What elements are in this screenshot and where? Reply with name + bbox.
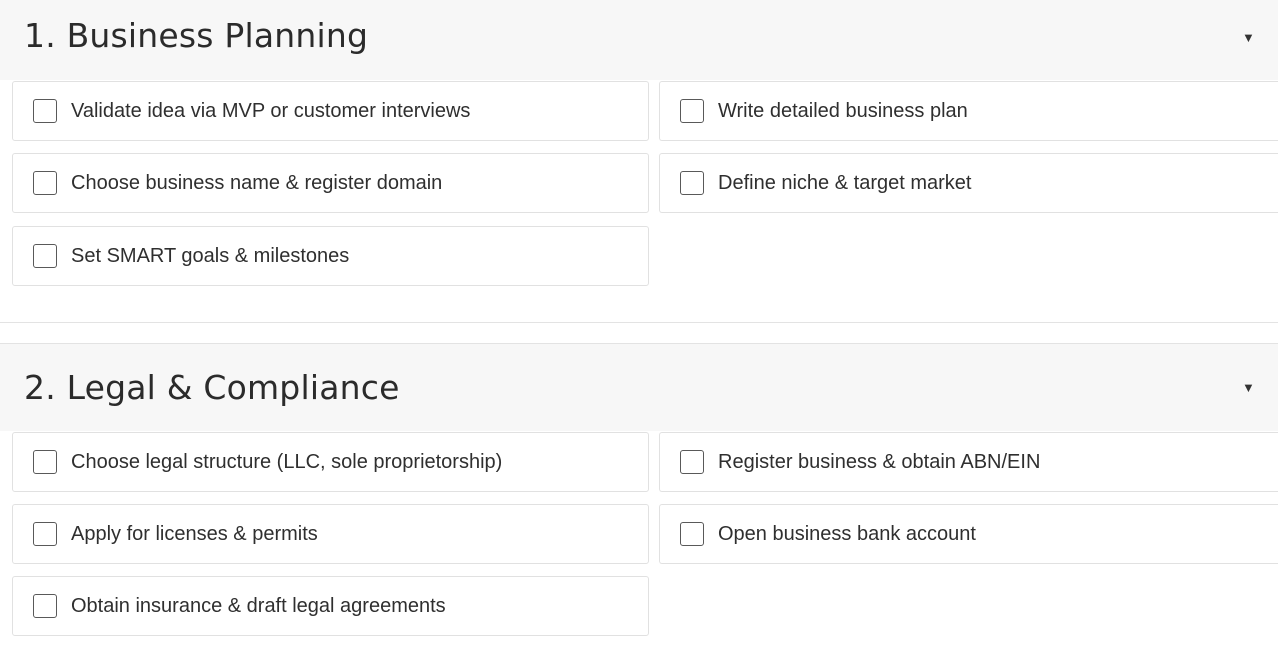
checklist-item[interactable]: Define niche & target market <box>659 153 1278 213</box>
checklist-item-label: Obtain insurance & draft legal agreement… <box>71 595 446 617</box>
checkbox[interactable] <box>33 450 57 474</box>
section-title: 2. Legal & Compliance <box>24 368 400 407</box>
section-header[interactable]: 2. Legal & Compliance ▼ <box>0 344 1278 431</box>
checklist-item[interactable]: Set SMART goals & milestones <box>12 226 649 286</box>
checklist-item-label: Choose legal structure (LLC, sole propri… <box>71 451 503 473</box>
checklist-item-label: Write detailed business plan <box>718 100 968 122</box>
checklist-item-label: Apply for licenses & permits <box>71 523 318 545</box>
checkbox[interactable] <box>33 522 57 546</box>
checkbox[interactable] <box>680 450 704 474</box>
checklist-item-label: Set SMART goals & milestones <box>71 245 350 267</box>
checklist-item-label: Choose business name & register domain <box>71 172 443 194</box>
checklist-item[interactable]: Register business & obtain ABN/EIN <box>659 432 1278 492</box>
section-legal-compliance: 2. Legal & Compliance ▼ Choose legal str… <box>0 343 1278 657</box>
checklist-item[interactable]: Choose legal structure (LLC, sole propri… <box>12 432 649 492</box>
caret-down-icon[interactable]: ▼ <box>1242 30 1255 45</box>
caret-down-icon[interactable]: ▼ <box>1242 380 1255 395</box>
checklist-item-label: Open business bank account <box>718 523 976 545</box>
checklist-item[interactable]: Open business bank account <box>659 504 1278 564</box>
checklist-item-label: Register business & obtain ABN/EIN <box>718 451 1041 473</box>
section-header[interactable]: 1. Business Planning ▼ <box>0 0 1278 80</box>
checkbox[interactable] <box>33 594 57 618</box>
checklist-item[interactable]: Write detailed business plan <box>659 81 1278 141</box>
checkbox[interactable] <box>680 522 704 546</box>
checklist-item[interactable]: Apply for licenses & permits <box>12 504 649 564</box>
section-business-planning: 1. Business Planning ▼ Validate idea via… <box>0 0 1278 323</box>
checklist-item[interactable]: Obtain insurance & draft legal agreement… <box>12 576 649 636</box>
checkbox[interactable] <box>680 99 704 123</box>
checklist-item-label: Define niche & target market <box>718 172 972 194</box>
checkbox[interactable] <box>680 171 704 195</box>
checkbox[interactable] <box>33 171 57 195</box>
checkbox[interactable] <box>33 244 57 268</box>
checkbox[interactable] <box>33 99 57 123</box>
checklist-item[interactable]: Validate idea via MVP or customer interv… <box>12 81 649 141</box>
section-title: 1. Business Planning <box>24 16 369 55</box>
checklist-item[interactable]: Choose business name & register domain <box>12 153 649 213</box>
checklist-item-label: Validate idea via MVP or customer interv… <box>71 100 471 122</box>
